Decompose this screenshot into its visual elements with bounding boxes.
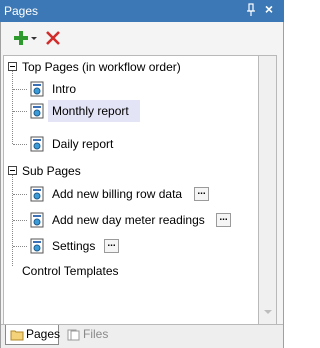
- tree-item-daily-report[interactable]: Daily report: [52, 133, 113, 155]
- pin-icon[interactable]: [244, 3, 258, 17]
- page-icon: [30, 81, 45, 97]
- vertical-scrollbar[interactable]: [259, 55, 277, 327]
- group-label-top-pages[interactable]: Top Pages (in workflow order): [22, 56, 181, 78]
- tree-item-settings[interactable]: Settings: [52, 235, 95, 257]
- pages-panel: Top Pages (in workflow order) Intro Mont…: [0, 22, 284, 348]
- close-icon[interactable]: ×: [262, 2, 276, 16]
- tree-item-intro[interactable]: Intro: [52, 78, 76, 100]
- ellipsis-button[interactable]: ...: [194, 187, 209, 201]
- panel-title: Pages: [4, 4, 39, 18]
- tree-connector: [13, 89, 27, 90]
- chevron-down-icon[interactable]: [31, 37, 37, 40]
- page-icon: [30, 238, 45, 254]
- tree-connector: [13, 194, 27, 195]
- page-icon: [30, 136, 45, 152]
- tree-item-monthly-report[interactable]: Monthly report: [52, 100, 129, 122]
- tree-connector: [13, 220, 27, 221]
- plus-icon[interactable]: [13, 30, 29, 46]
- tree-connector: [13, 111, 27, 112]
- page-icon: [30, 186, 45, 202]
- group-label-sub-pages[interactable]: Sub Pages: [22, 160, 81, 182]
- collapse-toggle-sub-pages[interactable]: [8, 166, 17, 175]
- files-icon: [67, 328, 81, 341]
- tab-pages[interactable]: Pages: [5, 325, 61, 345]
- tree-item-add-new-day-meter-readings[interactable]: Add new day meter readings: [52, 209, 205, 231]
- scroll-down-icon[interactable]: [264, 310, 272, 314]
- tree-connector: [13, 144, 27, 145]
- tree-connector: [12, 71, 13, 144]
- page-icon: [30, 212, 45, 228]
- collapse-toggle-top-pages[interactable]: [8, 62, 17, 71]
- ellipsis-button[interactable]: ...: [104, 239, 119, 253]
- panel-tabbar: Pages Files: [1, 324, 283, 348]
- tab-files[interactable]: Files: [63, 325, 113, 345]
- panel-titlebar: Pages ×: [0, 0, 284, 22]
- tree-connector: [13, 246, 27, 247]
- ellipsis-button[interactable]: ...: [216, 213, 231, 227]
- tab-files-label: Files: [83, 327, 109, 341]
- tree-item-add-new-billing-row-data[interactable]: Add new billing row data: [52, 183, 182, 205]
- x-icon[interactable]: [45, 30, 61, 46]
- tab-pages-label: Pages: [26, 327, 61, 341]
- folder-icon: [10, 328, 24, 341]
- page-icon: [30, 103, 45, 119]
- tree-item-control-templates[interactable]: Control Templates: [22, 260, 119, 282]
- pages-tree[interactable]: Top Pages (in workflow order) Intro Mont…: [3, 55, 259, 327]
